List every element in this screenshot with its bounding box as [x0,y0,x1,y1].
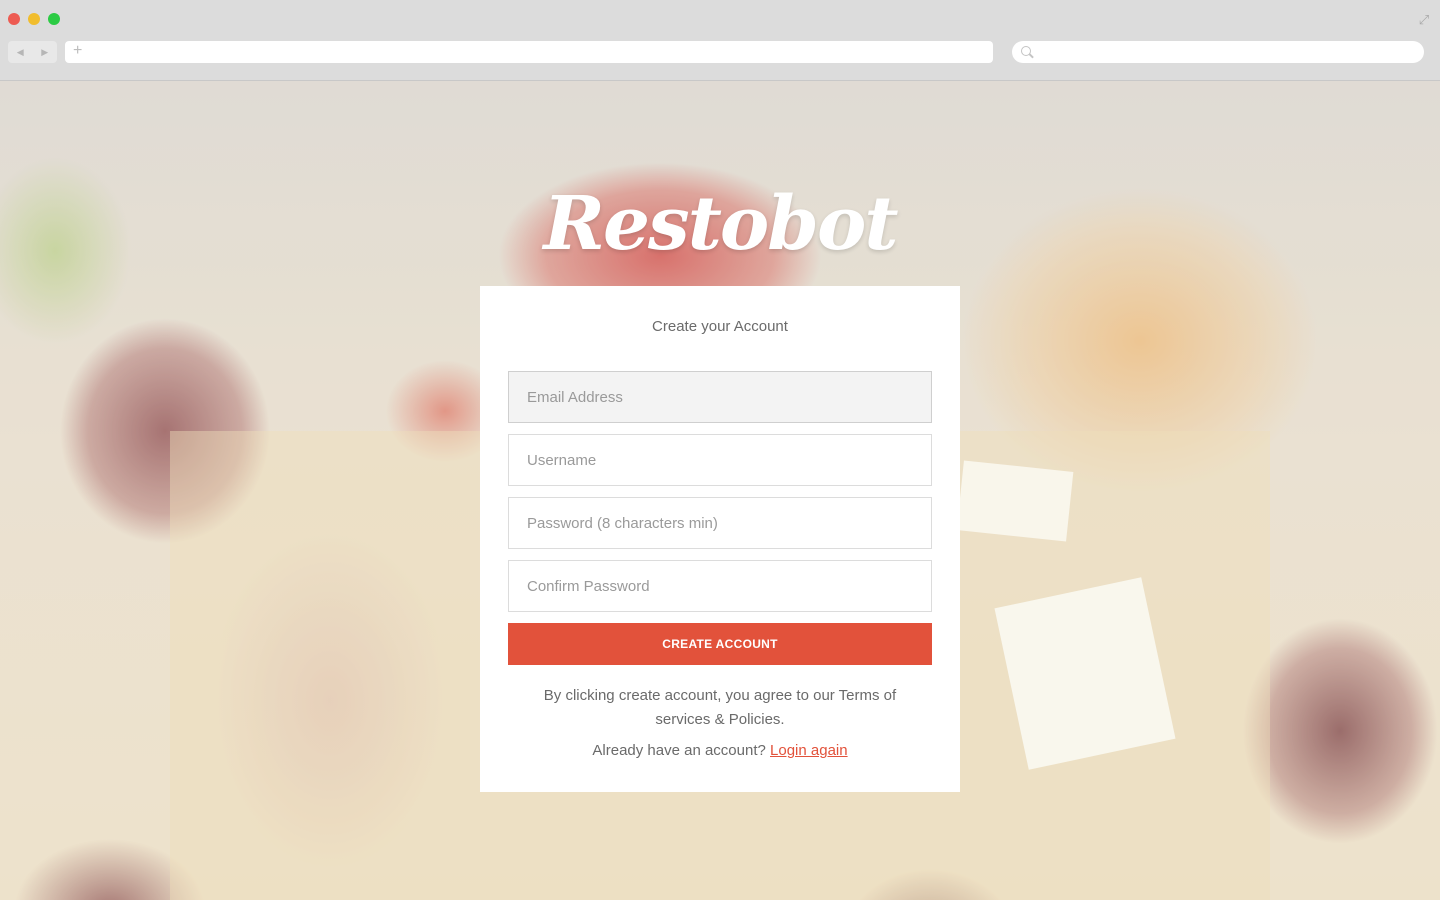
signup-card: Create your Account CREATE ACCOUNT By cl… [480,286,960,792]
create-account-button[interactable]: CREATE ACCOUNT [508,623,932,665]
login-again-link[interactable]: Login again [770,742,848,759]
page-background: Restobot Create your Account CREATE ACCO… [0,81,1440,900]
search-bar[interactable] [1012,41,1424,63]
form-title: Create your Account [652,318,788,335]
confirm-password-field[interactable] [508,560,932,612]
search-icon [1021,46,1031,56]
login-prompt-line: Already have an account? Login again [480,742,960,759]
terms-notice: By clicking create account, you agree to… [543,687,897,728]
browser-chrome: ⤢ ◀ ▶ + [0,0,1440,81]
maximize-window-button[interactable] [48,13,60,25]
email-field[interactable] [508,371,932,423]
back-button[interactable]: ◀ [17,47,24,58]
login-prompt-text: Already have an account? [592,742,766,759]
address-bar[interactable]: + [65,41,993,63]
forward-button[interactable]: ▶ [41,47,48,58]
minimize-window-button[interactable] [28,13,40,25]
fullscreen-icon[interactable]: ⤢ [1417,13,1431,27]
username-field[interactable] [508,434,932,486]
navigation-buttons: ◀ ▶ [8,41,57,63]
restobot-logo: Restobot [543,181,898,267]
password-field[interactable] [508,497,932,549]
new-tab-icon[interactable]: + [73,42,82,60]
close-window-button[interactable] [8,13,20,25]
